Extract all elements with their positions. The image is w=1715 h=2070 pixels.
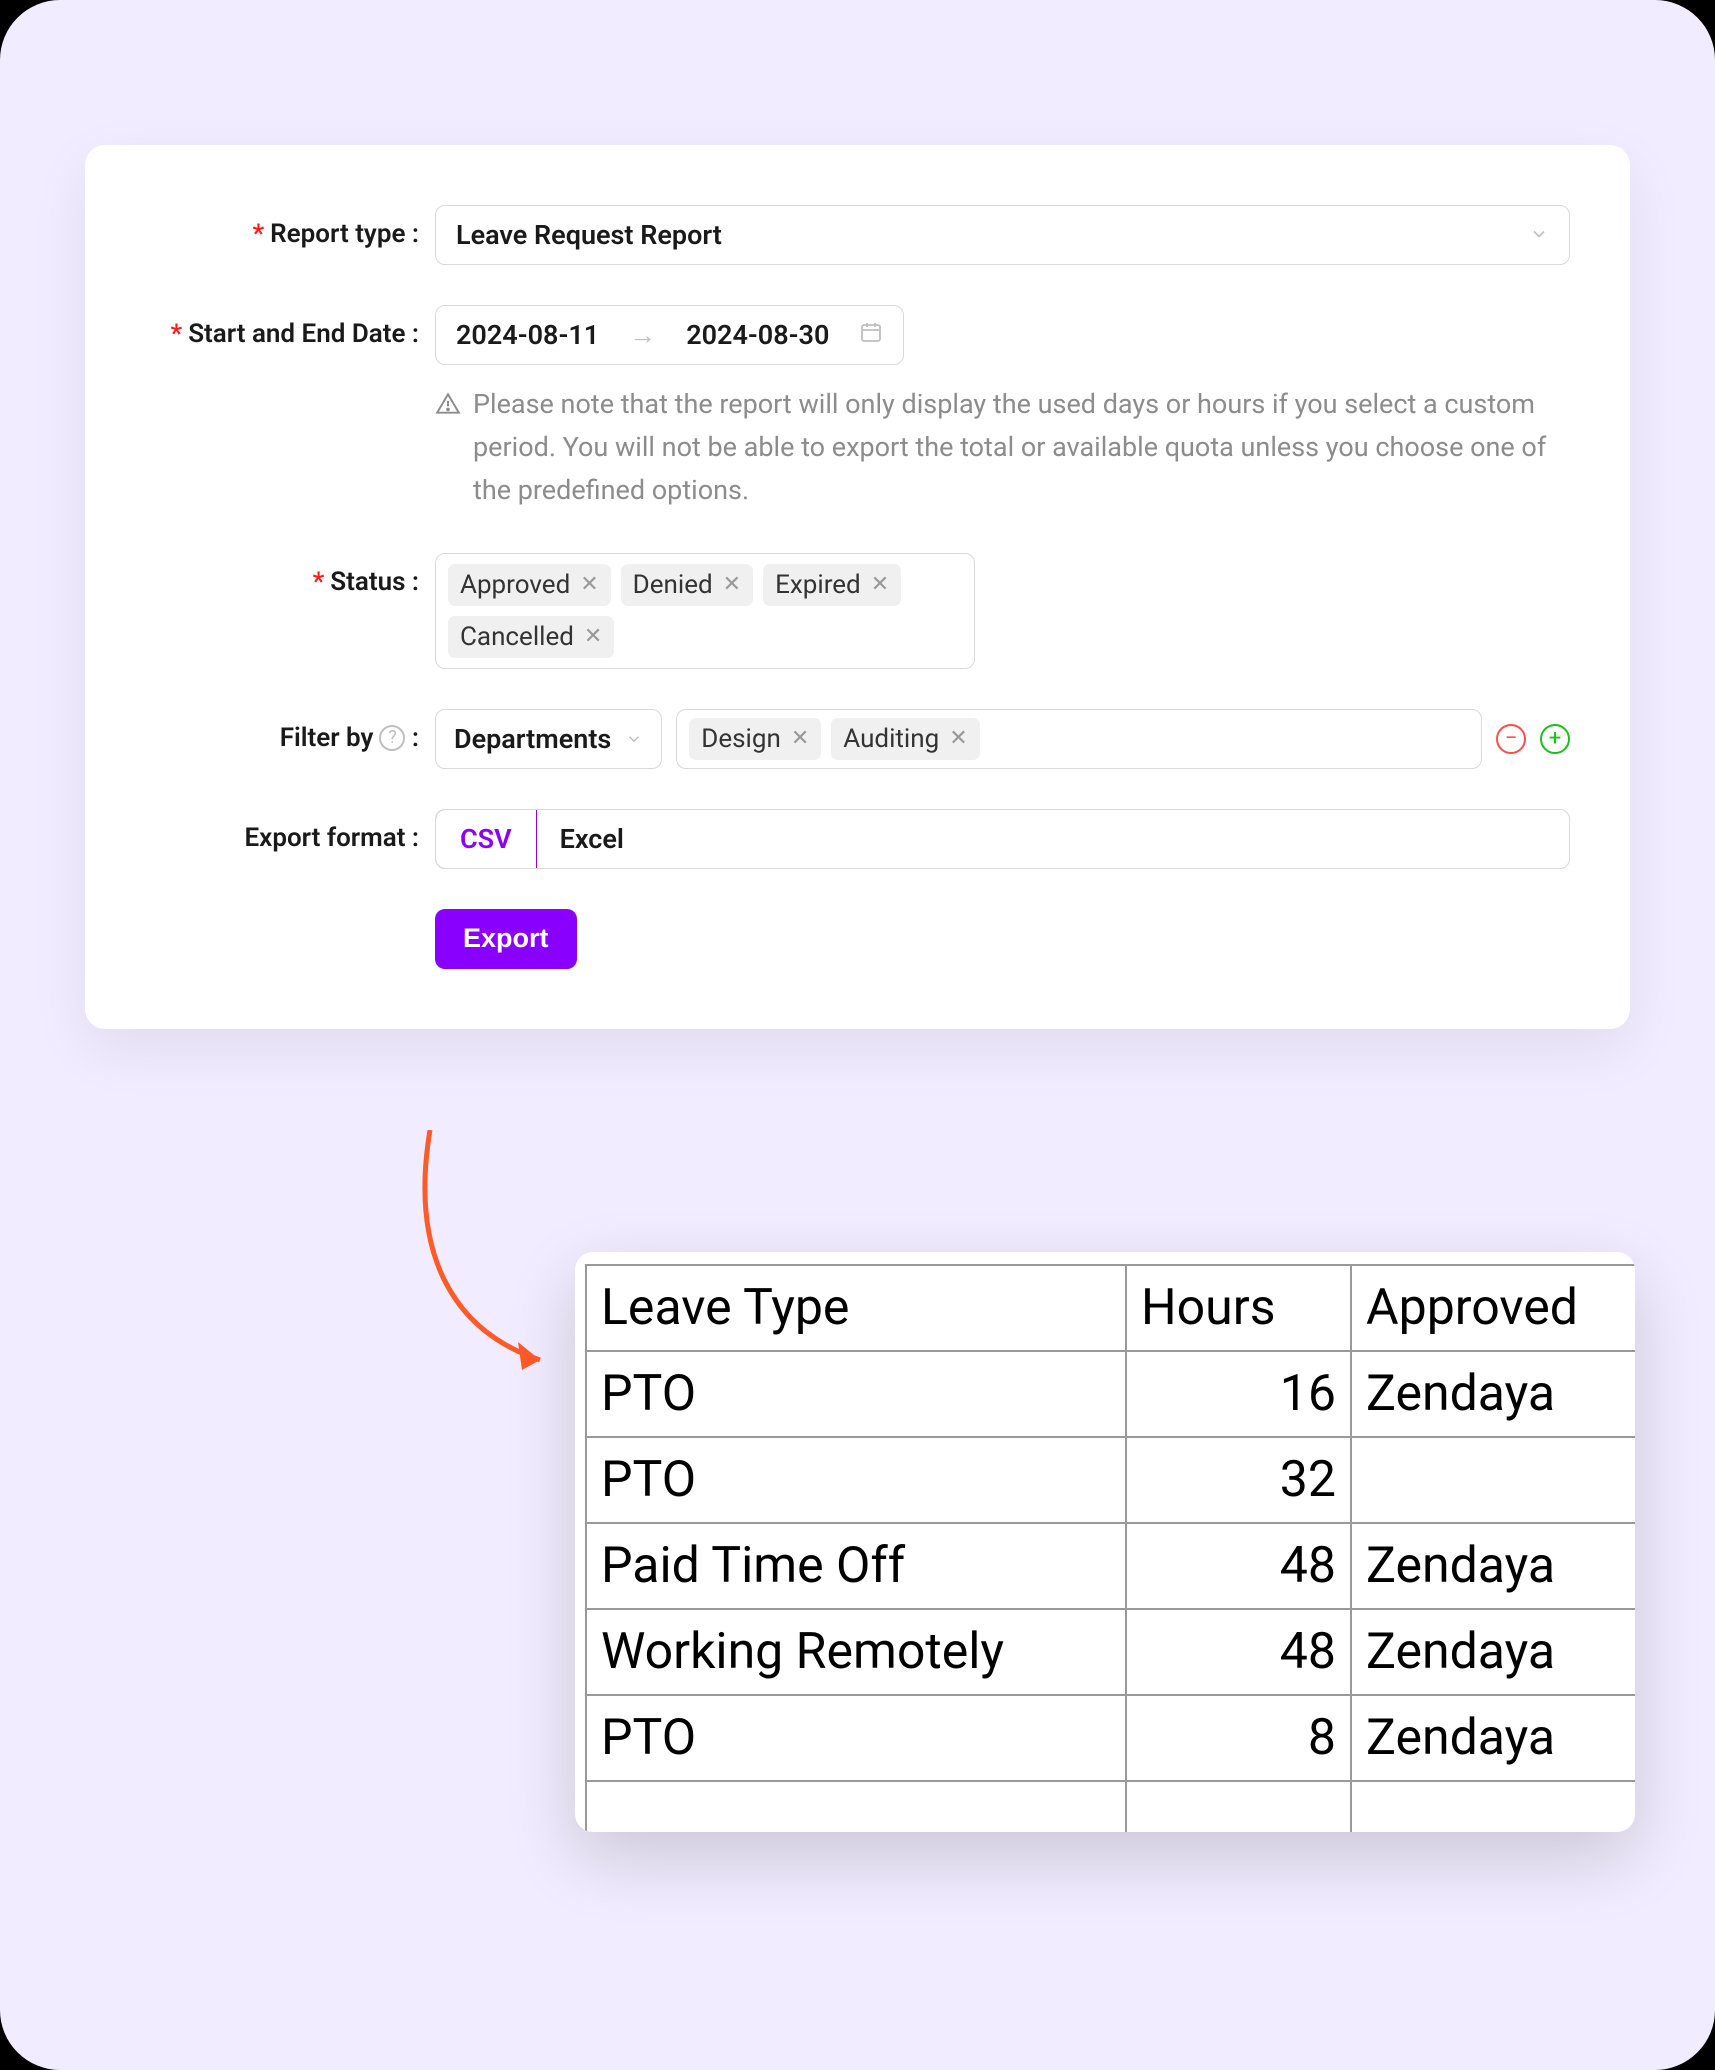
chevron-down-icon xyxy=(1529,219,1549,251)
filter-tag: Auditing✕ xyxy=(831,718,979,760)
table-row xyxy=(586,1781,1635,1832)
label-date-range: *Start and End Date : xyxy=(145,305,435,349)
label-filter-by: Filter by ? : xyxy=(145,709,435,753)
help-icon[interactable]: ? xyxy=(379,725,405,751)
report-preview-card: Leave Type Hours Approved PTO 16 Zendaya… xyxy=(575,1252,1635,1832)
close-icon[interactable]: ✕ xyxy=(580,572,598,597)
status-multiselect[interactable]: Approved✕ Denied✕ Expired✕ Cancelled✕ xyxy=(435,553,975,669)
status-tag: Expired✕ xyxy=(763,564,901,606)
remove-filter-button[interactable]: − xyxy=(1496,724,1526,754)
row-report-type: *Report type : Leave Request Report xyxy=(145,205,1570,265)
warning-icon xyxy=(435,387,461,430)
export-format-excel[interactable]: Excel xyxy=(536,810,648,868)
add-filter-button[interactable]: + xyxy=(1540,724,1570,754)
start-date-value: 2024-08-11 xyxy=(456,319,599,351)
row-filter-by: Filter by ? : Departments Design✕ Auditi… xyxy=(145,709,1570,769)
report-table: Leave Type Hours Approved PTO 16 Zendaya… xyxy=(585,1264,1635,1832)
label-report-type: *Report type : xyxy=(145,205,435,249)
calendar-icon xyxy=(859,319,883,351)
table-row: PTO 32 xyxy=(586,1437,1635,1523)
col-header-hours: Hours xyxy=(1126,1265,1351,1351)
table-row: PTO 16 Zendaya xyxy=(586,1351,1635,1437)
arrow-connector-icon xyxy=(390,1130,590,1410)
col-header-leave-type: Leave Type xyxy=(586,1265,1126,1351)
close-icon[interactable]: ✕ xyxy=(791,726,809,751)
table-row: PTO 8 Zendaya xyxy=(586,1695,1635,1781)
filter-dimension-select[interactable]: Departments xyxy=(435,709,662,769)
report-form-card: *Report type : Leave Request Report *Sta… xyxy=(85,145,1630,1029)
filter-tag: Design✕ xyxy=(689,718,821,760)
chevron-down-icon xyxy=(625,723,643,755)
close-icon[interactable]: ✕ xyxy=(871,572,889,597)
end-date-value: 2024-08-30 xyxy=(686,319,829,351)
status-tag: Approved✕ xyxy=(448,564,611,606)
row-date-range: *Start and End Date : 2024-08-11 → 2024-… xyxy=(145,305,1570,513)
page-background: *Report type : Leave Request Report *Sta… xyxy=(0,0,1715,2070)
filter-values-multiselect[interactable]: Design✕ Auditing✕ xyxy=(676,709,1482,769)
label-export-format: Export format : xyxy=(145,809,435,853)
report-type-value: Leave Request Report xyxy=(456,219,722,251)
status-tag: Cancelled✕ xyxy=(448,616,614,658)
table-row: Paid Time Off 48 Zendaya xyxy=(586,1523,1635,1609)
table-row: Working Remotely 48 Zendaya xyxy=(586,1609,1635,1695)
col-header-approved: Approved xyxy=(1351,1265,1635,1351)
date-range-picker[interactable]: 2024-08-11 → 2024-08-30 xyxy=(435,305,904,365)
status-tag: Denied✕ xyxy=(621,564,753,606)
row-export-format: Export format : CSV Excel xyxy=(145,809,1570,869)
export-format-csv[interactable]: CSV xyxy=(435,809,537,869)
row-export-button: Export xyxy=(145,909,1570,969)
export-button[interactable]: Export xyxy=(435,909,577,969)
date-range-helper: Please note that the report will only di… xyxy=(435,383,1570,513)
export-format-radio-group: CSV Excel xyxy=(435,809,1570,869)
arrow-right-icon: → xyxy=(629,319,656,351)
close-icon[interactable]: ✕ xyxy=(584,624,602,649)
close-icon[interactable]: ✕ xyxy=(949,726,967,751)
label-status: *Status : xyxy=(145,553,435,597)
table-header-row: Leave Type Hours Approved xyxy=(586,1265,1635,1351)
close-icon[interactable]: ✕ xyxy=(723,572,741,597)
report-type-select[interactable]: Leave Request Report xyxy=(435,205,1570,265)
row-status: *Status : Approved✕ Denied✕ Expired✕ Can… xyxy=(145,553,1570,669)
